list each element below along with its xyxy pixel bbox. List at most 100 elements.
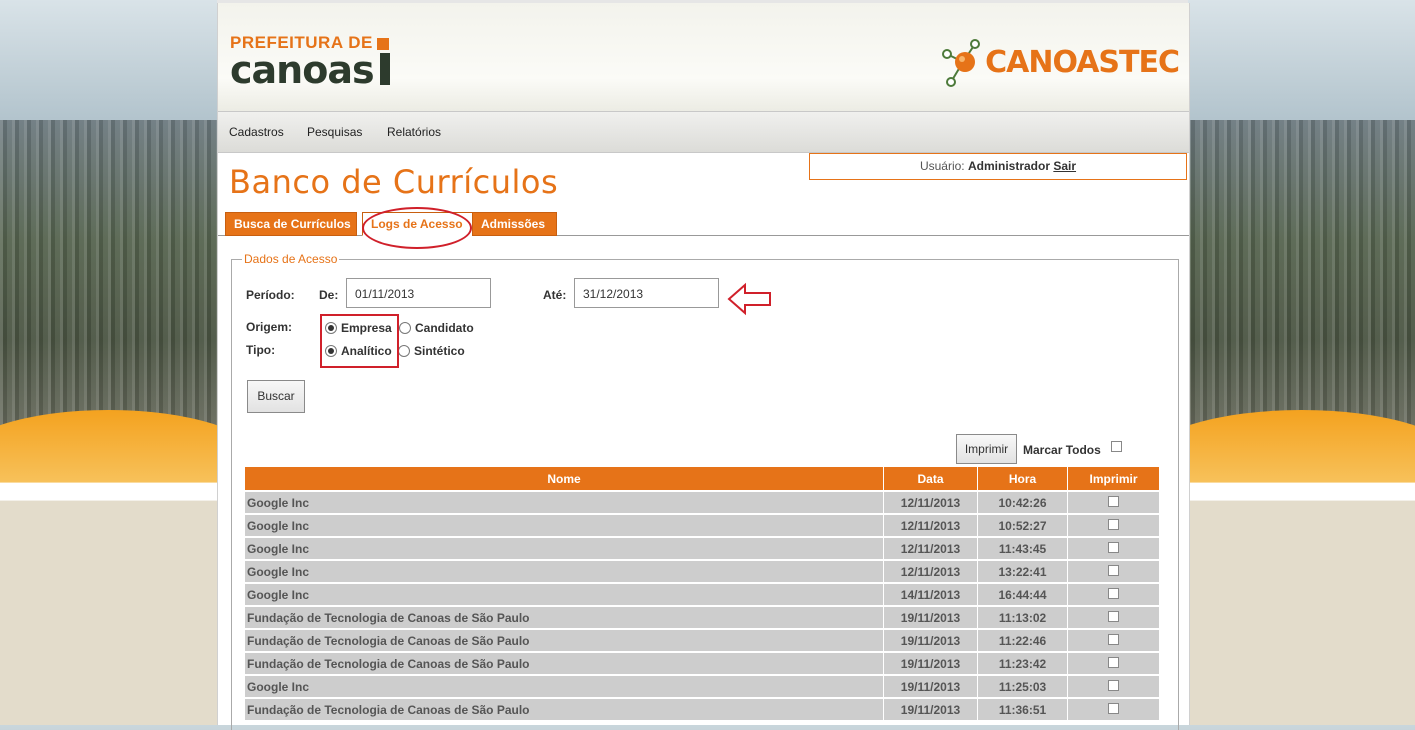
user-box: Usuário: Administrador Sair — [809, 153, 1187, 180]
cell-hora: 13:22:41 — [978, 561, 1067, 582]
buscar-button[interactable]: Buscar — [247, 380, 305, 413]
imprimir-button[interactable]: Imprimir — [956, 434, 1017, 464]
logout-link[interactable]: Sair — [1053, 159, 1076, 173]
row-print-checkbox[interactable] — [1108, 495, 1119, 507]
molecule-icon — [942, 39, 981, 87]
radio-selected-icon[interactable] — [325, 322, 337, 334]
row-print-checkbox[interactable] — [1108, 564, 1119, 576]
prefeitura-canoas-logo[interactable]: PREFEITURA DE canoas — [230, 33, 390, 89]
row-print-checkbox[interactable] — [1108, 610, 1119, 622]
row-print-checkbox[interactable] — [1108, 541, 1119, 553]
cell-nome: Google Inc — [245, 492, 883, 513]
fieldset-legend: Dados de Acesso — [242, 252, 340, 266]
main-panel: PREFEITURA DE canoas CANOASTEC Cadastros… — [217, 3, 1190, 730]
table-row: Fundação de Tecnologia de Canoas de São … — [245, 607, 1159, 628]
cell-nome: Google Inc — [245, 676, 883, 697]
background-city-right — [1188, 0, 1415, 725]
cell-data: 12/11/2013 — [884, 538, 977, 559]
radio-unselected-icon[interactable] — [399, 322, 411, 334]
cell-data: 12/11/2013 — [884, 561, 977, 582]
cell-imprimir — [1068, 584, 1159, 605]
col-nome[interactable]: Nome — [245, 467, 883, 490]
tab-busca-curriculos[interactable]: Busca de Currículos — [225, 212, 357, 236]
option-label: Empresa — [341, 321, 392, 335]
table-row: Google Inc 12/11/2013 10:52:27 — [245, 515, 1159, 536]
periodo-label: Período: — [246, 288, 295, 302]
table-row: Google Inc 19/11/2013 11:25:03 — [245, 676, 1159, 697]
radio-unselected-icon[interactable] — [398, 345, 410, 357]
cell-hora: 11:23:42 — [978, 653, 1067, 674]
table-row: Google Inc 12/11/2013 13:22:41 — [245, 561, 1159, 582]
page-title: Banco de Currículos — [229, 163, 559, 201]
table-row: Fundação de Tecnologia de Canoas de São … — [245, 653, 1159, 674]
origem-candidato-option[interactable]: Candidato — [399, 321, 474, 335]
cell-imprimir — [1068, 492, 1159, 513]
table-row: Fundação de Tecnologia de Canoas de São … — [245, 630, 1159, 651]
menu-relatorios[interactable]: Relatórios — [387, 125, 441, 139]
cell-data: 19/11/2013 — [884, 630, 977, 651]
tab-logs-acesso[interactable]: Logs de Acesso — [362, 212, 474, 236]
cell-nome: Google Inc — [245, 584, 883, 605]
cell-data: 12/11/2013 — [884, 515, 977, 536]
cell-nome: Google Inc — [245, 515, 883, 536]
table-row: Google Inc 12/11/2013 10:42:26 — [245, 492, 1159, 513]
row-print-checkbox[interactable] — [1108, 633, 1119, 645]
cell-imprimir — [1068, 561, 1159, 582]
cell-imprimir — [1068, 538, 1159, 559]
canoastec-logo[interactable]: CANOASTEC — [941, 33, 1180, 91]
ate-date-input[interactable]: 31/12/2013 — [574, 278, 719, 308]
cell-imprimir — [1068, 630, 1159, 651]
access-log-table: Nome Data Hora Imprimir Google Inc 12/11/… — [244, 465, 1160, 722]
cell-imprimir — [1068, 607, 1159, 628]
cell-data: 19/11/2013 — [884, 699, 977, 720]
cell-nome: Google Inc — [245, 538, 883, 559]
marcar-todos-label: Marcar Todos — [1023, 443, 1101, 457]
cell-hora: 11:36:51 — [978, 699, 1067, 720]
cell-hora: 11:13:02 — [978, 607, 1067, 628]
cell-hora: 10:52:27 — [978, 515, 1067, 536]
cell-data: 12/11/2013 — [884, 492, 977, 513]
cell-nome: Google Inc — [245, 561, 883, 582]
cell-hora: 11:22:46 — [978, 630, 1067, 651]
cell-nome: Fundação de Tecnologia de Canoas de São … — [245, 699, 883, 720]
marcar-todos-checkbox[interactable] — [1111, 441, 1122, 452]
row-print-checkbox[interactable] — [1108, 518, 1119, 530]
logo-bottom-text: canoas — [230, 48, 375, 92]
cell-data: 19/11/2013 — [884, 653, 977, 674]
ate-label: Até: — [543, 288, 567, 302]
tipo-sintetico-option[interactable]: Sintético — [398, 344, 465, 358]
option-label: Sintético — [414, 344, 465, 358]
option-label: Candidato — [415, 321, 474, 335]
cell-hora: 11:25:03 — [978, 676, 1067, 697]
cell-nome: Fundação de Tecnologia de Canoas de São … — [245, 630, 883, 651]
origem-empresa-option[interactable]: Empresa — [325, 321, 392, 335]
user-label: Usuário: — [919, 159, 965, 173]
background-city-left — [0, 0, 217, 725]
row-print-checkbox[interactable] — [1108, 656, 1119, 668]
canoastec-text: CANOASTEC — [985, 44, 1180, 80]
row-print-checkbox[interactable] — [1108, 587, 1119, 599]
annotation-arrow-icon — [727, 282, 771, 316]
table-row: Google Inc 14/11/2013 16:44:44 — [245, 584, 1159, 605]
site-header: PREFEITURA DE canoas CANOASTEC — [218, 3, 1189, 111]
cell-data: 19/11/2013 — [884, 607, 977, 628]
cell-data: 14/11/2013 — [884, 584, 977, 605]
table-row: Fundação de Tecnologia de Canoas de São … — [245, 699, 1159, 720]
de-date-input[interactable]: 01/11/2013 — [346, 278, 491, 308]
row-print-checkbox[interactable] — [1108, 702, 1119, 714]
cell-hora: 10:42:26 — [978, 492, 1067, 513]
cell-data: 19/11/2013 — [884, 676, 977, 697]
col-data[interactable]: Data — [884, 467, 977, 490]
menu-pesquisas[interactable]: Pesquisas — [307, 125, 362, 139]
origem-label: Origem: — [246, 320, 293, 334]
cell-nome: Fundação de Tecnologia de Canoas de São … — [245, 653, 883, 674]
col-hora[interactable]: Hora — [978, 467, 1067, 490]
row-print-checkbox[interactable] — [1108, 679, 1119, 691]
tipo-label: Tipo: — [246, 343, 276, 357]
cell-nome: Fundação de Tecnologia de Canoas de São … — [245, 607, 883, 628]
cell-imprimir — [1068, 515, 1159, 536]
tab-admissoes[interactable]: Admissões — [472, 212, 557, 236]
radio-selected-icon[interactable] — [325, 345, 337, 357]
tipo-analitico-option[interactable]: Analítico — [325, 344, 392, 358]
menu-cadastros[interactable]: Cadastros — [229, 125, 284, 139]
